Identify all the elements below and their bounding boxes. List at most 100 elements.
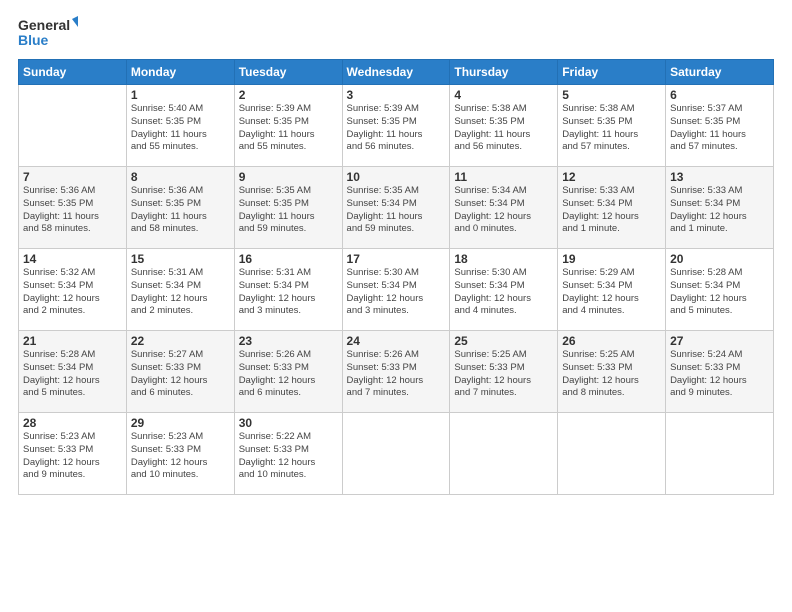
weekday-header: Saturday [666, 60, 774, 85]
weekday-header: Wednesday [342, 60, 450, 85]
calendar-cell [342, 413, 450, 495]
day-detail: Sunrise: 5:31 AM Sunset: 5:34 PM Dayligh… [131, 267, 230, 318]
day-number: 8 [131, 170, 230, 184]
day-detail: Sunrise: 5:30 AM Sunset: 5:34 PM Dayligh… [347, 267, 446, 318]
calendar-cell: 16Sunrise: 5:31 AM Sunset: 5:34 PM Dayli… [234, 249, 342, 331]
calendar-cell: 5Sunrise: 5:38 AM Sunset: 5:35 PM Daylig… [558, 85, 666, 167]
day-number: 17 [347, 252, 446, 266]
calendar-cell: 8Sunrise: 5:36 AM Sunset: 5:35 PM Daylig… [126, 167, 234, 249]
day-detail: Sunrise: 5:23 AM Sunset: 5:33 PM Dayligh… [131, 431, 230, 482]
calendar-cell: 26Sunrise: 5:25 AM Sunset: 5:33 PM Dayli… [558, 331, 666, 413]
day-detail: Sunrise: 5:36 AM Sunset: 5:35 PM Dayligh… [23, 185, 122, 236]
day-number: 15 [131, 252, 230, 266]
calendar-week-row: 1Sunrise: 5:40 AM Sunset: 5:35 PM Daylig… [19, 85, 774, 167]
day-number: 5 [562, 88, 661, 102]
calendar-cell: 15Sunrise: 5:31 AM Sunset: 5:34 PM Dayli… [126, 249, 234, 331]
calendar-cell: 6Sunrise: 5:37 AM Sunset: 5:35 PM Daylig… [666, 85, 774, 167]
calendar-cell: 20Sunrise: 5:28 AM Sunset: 5:34 PM Dayli… [666, 249, 774, 331]
calendar-cell [450, 413, 558, 495]
day-number: 24 [347, 334, 446, 348]
day-number: 16 [239, 252, 338, 266]
day-detail: Sunrise: 5:32 AM Sunset: 5:34 PM Dayligh… [23, 267, 122, 318]
svg-text:Blue: Blue [18, 32, 49, 48]
day-number: 23 [239, 334, 338, 348]
calendar-cell: 30Sunrise: 5:22 AM Sunset: 5:33 PM Dayli… [234, 413, 342, 495]
day-detail: Sunrise: 5:28 AM Sunset: 5:34 PM Dayligh… [23, 349, 122, 400]
calendar-cell: 10Sunrise: 5:35 AM Sunset: 5:34 PM Dayli… [342, 167, 450, 249]
calendar-cell: 9Sunrise: 5:35 AM Sunset: 5:35 PM Daylig… [234, 167, 342, 249]
weekday-header: Monday [126, 60, 234, 85]
day-number: 25 [454, 334, 553, 348]
calendar-cell [19, 85, 127, 167]
calendar: SundayMondayTuesdayWednesdayThursdayFrid… [18, 59, 774, 495]
day-number: 9 [239, 170, 338, 184]
day-detail: Sunrise: 5:24 AM Sunset: 5:33 PM Dayligh… [670, 349, 769, 400]
day-number: 3 [347, 88, 446, 102]
day-detail: Sunrise: 5:35 AM Sunset: 5:35 PM Dayligh… [239, 185, 338, 236]
calendar-cell: 19Sunrise: 5:29 AM Sunset: 5:34 PM Dayli… [558, 249, 666, 331]
calendar-cell: 1Sunrise: 5:40 AM Sunset: 5:35 PM Daylig… [126, 85, 234, 167]
day-number: 12 [562, 170, 661, 184]
weekday-header: Thursday [450, 60, 558, 85]
calendar-week-row: 28 Sunrise: 5:23 AM Sunset: 5:33 PM Dayli… [19, 413, 774, 495]
calendar-cell: 28Sunrise: 5:23 AM Sunset: 5:33 PM Dayli… [19, 413, 127, 495]
calendar-cell: 24Sunrise: 5:26 AM Sunset: 5:33 PM Dayli… [342, 331, 450, 413]
calendar-cell: 23Sunrise: 5:26 AM Sunset: 5:33 PM Dayli… [234, 331, 342, 413]
calendar-cell: 12Sunrise: 5:33 AM Sunset: 5:34 PM Dayli… [558, 167, 666, 249]
weekday-header: Friday [558, 60, 666, 85]
calendar-cell [558, 413, 666, 495]
day-number: 30 [239, 416, 338, 430]
calendar-cell: 27Sunrise: 5:24 AM Sunset: 5:33 PM Dayli… [666, 331, 774, 413]
day-detail: Sunrise: 5:35 AM Sunset: 5:34 PM Dayligh… [347, 185, 446, 236]
calendar-cell: 29Sunrise: 5:23 AM Sunset: 5:33 PM Dayli… [126, 413, 234, 495]
day-number: 20 [670, 252, 769, 266]
calendar-cell: 11Sunrise: 5:34 AM Sunset: 5:34 PM Dayli… [450, 167, 558, 249]
day-detail: Sunrise: 5:36 AM Sunset: 5:35 PM Dayligh… [131, 185, 230, 236]
day-detail: Sunrise: 5:38 AM Sunset: 5:35 PM Dayligh… [454, 103, 553, 154]
weekday-header: Sunday [19, 60, 127, 85]
day-number: 18 [454, 252, 553, 266]
day-number: 13 [670, 170, 769, 184]
day-number: 14 [23, 252, 122, 266]
calendar-cell: 13Sunrise: 5:33 AM Sunset: 5:34 PM Dayli… [666, 167, 774, 249]
day-detail: Sunrise: 5:26 AM Sunset: 5:33 PM Dayligh… [239, 349, 338, 400]
day-number: 1 [131, 88, 230, 102]
page-header: General Blue [18, 15, 774, 51]
calendar-week-row: 7Sunrise: 5:36 AM Sunset: 5:35 PM Daylig… [19, 167, 774, 249]
day-detail: Sunrise: 5:22 AM Sunset: 5:33 PM Dayligh… [239, 431, 338, 482]
calendar-cell: 3Sunrise: 5:39 AM Sunset: 5:35 PM Daylig… [342, 85, 450, 167]
calendar-cell: 22Sunrise: 5:27 AM Sunset: 5:33 PM Dayli… [126, 331, 234, 413]
day-detail: Sunrise: 5:28 AM Sunset: 5:34 PM Dayligh… [670, 267, 769, 318]
day-number: 11 [454, 170, 553, 184]
day-detail: Sunrise: 5:33 AM Sunset: 5:34 PM Dayligh… [562, 185, 661, 236]
day-number: 29 [131, 416, 230, 430]
calendar-week-row: 14Sunrise: 5:32 AM Sunset: 5:34 PM Dayli… [19, 249, 774, 331]
day-detail: Sunrise: 5:25 AM Sunset: 5:33 PM Dayligh… [454, 349, 553, 400]
calendar-cell [666, 413, 774, 495]
day-detail: Sunrise: 5:31 AM Sunset: 5:34 PM Dayligh… [239, 267, 338, 318]
day-detail: Sunrise: 5:26 AM Sunset: 5:33 PM Dayligh… [347, 349, 446, 400]
day-detail: Sunrise: 5:38 AM Sunset: 5:35 PM Dayligh… [562, 103, 661, 154]
calendar-cell: 14Sunrise: 5:32 AM Sunset: 5:34 PM Dayli… [19, 249, 127, 331]
day-detail: Sunrise: 5:39 AM Sunset: 5:35 PM Dayligh… [239, 103, 338, 154]
day-detail: Sunrise: 5:37 AM Sunset: 5:35 PM Dayligh… [670, 103, 769, 154]
day-number: 26 [562, 334, 661, 348]
day-number: 6 [670, 88, 769, 102]
calendar-cell: 17Sunrise: 5:30 AM Sunset: 5:34 PM Dayli… [342, 249, 450, 331]
day-number: 7 [23, 170, 122, 184]
day-number: 28 [23, 416, 122, 430]
day-number: 4 [454, 88, 553, 102]
day-detail: Sunrise: 5:39 AM Sunset: 5:35 PM Dayligh… [347, 103, 446, 154]
day-number: 21 [23, 334, 122, 348]
day-detail: Sunrise: 5:30 AM Sunset: 5:34 PM Dayligh… [454, 267, 553, 318]
calendar-cell: 7Sunrise: 5:36 AM Sunset: 5:35 PM Daylig… [19, 167, 127, 249]
day-detail: Sunrise: 5:25 AM Sunset: 5:33 PM Dayligh… [562, 349, 661, 400]
calendar-cell: 21Sunrise: 5:28 AM Sunset: 5:34 PM Dayli… [19, 331, 127, 413]
calendar-week-row: 21Sunrise: 5:28 AM Sunset: 5:34 PM Dayli… [19, 331, 774, 413]
day-number: 22 [131, 334, 230, 348]
day-detail: Sunrise: 5:33 AM Sunset: 5:34 PM Dayligh… [670, 185, 769, 236]
day-detail: Sunrise: 5:29 AM Sunset: 5:34 PM Dayligh… [562, 267, 661, 318]
calendar-cell: 18Sunrise: 5:30 AM Sunset: 5:34 PM Dayli… [450, 249, 558, 331]
logo-svg: General Blue [18, 15, 78, 51]
calendar-cell: 2Sunrise: 5:39 AM Sunset: 5:35 PM Daylig… [234, 85, 342, 167]
